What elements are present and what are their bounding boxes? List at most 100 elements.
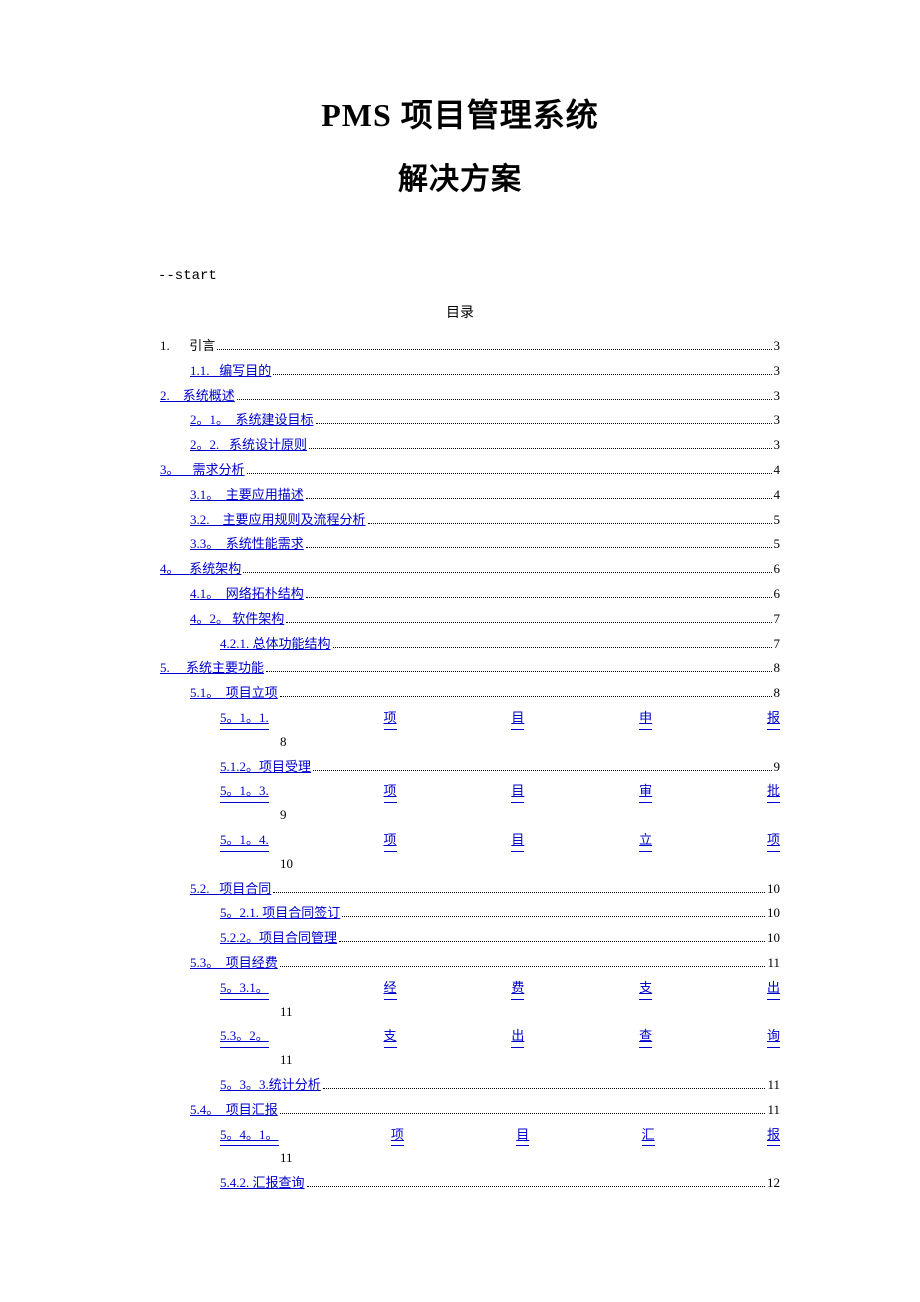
toc-text-char: 项 bbox=[384, 708, 397, 730]
toc-page-number: 11 bbox=[140, 1050, 780, 1071]
toc-entry[interactable]: 5。3。3.统计分析11 bbox=[140, 1075, 780, 1096]
toc-leader-dots bbox=[306, 547, 772, 548]
toc-page-number: 3 bbox=[774, 410, 781, 431]
toc-number: 5. bbox=[160, 658, 186, 679]
document-title-sub: 解决方案 bbox=[140, 154, 780, 198]
toc-number: 5。3.1。 bbox=[220, 978, 269, 1000]
toc-entry[interactable]: 5.3。 项目经费 11 bbox=[140, 953, 780, 974]
toc-number: 3.1。 bbox=[190, 485, 226, 506]
toc-page-number: 11 bbox=[140, 1002, 780, 1023]
toc-text-char: 支 bbox=[384, 1026, 397, 1048]
toc-text-char: 目 bbox=[511, 708, 524, 730]
toc-page-number: 3 bbox=[774, 435, 781, 456]
toc-entry[interactable]: 5.1。 项目立项8 bbox=[140, 683, 780, 704]
toc-entry[interactable]: 5。2.1. 项目合同签订 10 bbox=[140, 903, 780, 924]
toc-text-char: 查 bbox=[639, 1026, 652, 1048]
toc-entry[interactable]: 5.3。2。 支 出 查 询11 bbox=[140, 1026, 780, 1071]
toc-number: 5.3。2。 bbox=[220, 1026, 269, 1048]
document-page: PMS 项目管理系统 解决方案 --start 目录 1. 引言31.1. 编写… bbox=[0, 0, 920, 1258]
toc-text-char: 询 bbox=[767, 1026, 780, 1048]
toc-entry[interactable]: 4.1。 网络拓朴结构6 bbox=[140, 584, 780, 605]
toc-number: 2。1。 bbox=[190, 410, 236, 431]
toc-text: 统计分析 bbox=[269, 1075, 321, 1096]
toc-entry[interactable]: 4。2。 软件架构7 bbox=[140, 609, 780, 630]
toc-leader-dots bbox=[286, 622, 771, 623]
toc-text-char: 项 bbox=[767, 830, 780, 852]
toc-text-char: 支 bbox=[639, 978, 652, 1000]
toc-page-number: 10 bbox=[767, 903, 780, 924]
toc-page-number: 10 bbox=[767, 879, 780, 900]
toc-entry[interactable]: 5.2.2。项目合同管理10 bbox=[140, 928, 780, 949]
toc-page-number: 11 bbox=[767, 953, 780, 974]
toc-entry[interactable]: 5。4。1。项目汇报11 bbox=[140, 1125, 780, 1170]
toc-text: 系统建设目标 bbox=[236, 410, 314, 431]
toc-entry[interactable]: 5.1.2。项目受理9 bbox=[140, 757, 780, 778]
toc-entry[interactable]: 2。2. 系统设计原则3 bbox=[140, 435, 780, 456]
toc-number: 2。2. bbox=[190, 435, 229, 456]
toc-page-number: 8 bbox=[774, 683, 781, 704]
toc-text-char: 目 bbox=[511, 781, 524, 803]
toc-entry[interactable]: 2。1。 系统建设目标 3 bbox=[140, 410, 780, 431]
toc-text-char: 申 bbox=[639, 708, 652, 730]
toc-text: 系统架构 bbox=[189, 559, 241, 580]
toc-leader-dots bbox=[316, 423, 772, 424]
toc-entry[interactable]: 4。 系统架构6 bbox=[140, 559, 780, 580]
toc-entry[interactable]: 5.4。 项目汇报11 bbox=[140, 1100, 780, 1121]
toc-heading: 目录 bbox=[140, 302, 780, 322]
toc-entry[interactable]: 2. 系统概述3 bbox=[140, 386, 780, 407]
toc-text-char: 目 bbox=[511, 830, 524, 852]
toc-text: 网络拓朴结构 bbox=[226, 584, 304, 605]
toc-leader-dots bbox=[306, 597, 772, 598]
toc-number: 4.1。 bbox=[190, 584, 226, 605]
toc-entry[interactable]: 5. 系统主要功能8 bbox=[140, 658, 780, 679]
toc-text-char: 项 bbox=[384, 830, 397, 852]
toc-page-number: 10 bbox=[767, 928, 780, 949]
toc-leader-dots bbox=[309, 448, 771, 449]
toc-leader-dots bbox=[280, 966, 766, 967]
toc-entry[interactable]: 4.2.1. 总体功能结构 7 bbox=[140, 634, 780, 655]
toc-leader-dots bbox=[307, 1186, 765, 1187]
toc-page-number: 8 bbox=[774, 658, 781, 679]
toc-text: 总体功能结构 bbox=[253, 634, 331, 655]
toc-entry[interactable]: 5。1。1.项目申报8 bbox=[140, 708, 780, 753]
toc-entry[interactable]: 5.4.2. 汇报查询12 bbox=[140, 1173, 780, 1194]
toc-entry[interactable]: 3.2. 主要应用规则及流程分析5 bbox=[140, 510, 780, 531]
toc-entry[interactable]: 5。3.1。经费支出11 bbox=[140, 978, 780, 1023]
toc-page-number: 10 bbox=[140, 854, 780, 875]
toc-entry[interactable]: 1.1. 编写目的3 bbox=[140, 361, 780, 382]
toc-text-char: 出 bbox=[511, 1026, 524, 1048]
toc-page-number: 8 bbox=[140, 732, 780, 753]
toc-text-char: 汇 bbox=[642, 1125, 655, 1147]
toc-text: 系统性能需求 bbox=[226, 534, 304, 555]
toc-entry[interactable]: 3.3。 系统性能需求5 bbox=[140, 534, 780, 555]
toc-text: 项目合同 bbox=[219, 879, 271, 900]
toc-number: 4。2。 bbox=[190, 609, 232, 630]
toc-page-number: 4 bbox=[774, 460, 781, 481]
toc-leader-dots bbox=[243, 572, 771, 573]
toc-entry[interactable]: 3。 需求分析4 bbox=[140, 460, 780, 481]
toc-text: 项目合同签订 bbox=[262, 903, 340, 924]
toc-page-number: 3 bbox=[774, 386, 781, 407]
toc-page-number: 7 bbox=[774, 634, 781, 655]
toc-number: 4.2.1. bbox=[220, 634, 253, 655]
toc-leader-dots bbox=[280, 696, 772, 697]
toc-text-char: 项 bbox=[384, 781, 397, 803]
toc-number: 5.2. bbox=[190, 879, 219, 900]
toc-text-char: 报 bbox=[767, 1125, 780, 1147]
toc-entry[interactable]: 5.2. 项目合同 10 bbox=[140, 879, 780, 900]
table-of-contents: 1. 引言31.1. 编写目的32. 系统概述32。1。 系统建设目标32。2.… bbox=[140, 336, 780, 1194]
toc-leader-dots bbox=[237, 399, 772, 400]
toc-entry[interactable]: 5。1。3.项目审批9 bbox=[140, 781, 780, 826]
toc-entry[interactable]: 3.1。 主要应用描述4 bbox=[140, 485, 780, 506]
toc-page-number: 11 bbox=[767, 1100, 780, 1121]
toc-number: 5.1。 bbox=[190, 683, 226, 704]
toc-text: 项目合同管理 bbox=[259, 928, 337, 949]
toc-entry: 1. 引言3 bbox=[140, 336, 780, 357]
toc-number: 5。3。3. bbox=[220, 1075, 269, 1096]
toc-number: 5.3。 bbox=[190, 953, 226, 974]
toc-number: 5。2.1. bbox=[220, 903, 262, 924]
toc-entry[interactable]: 5。1。4.项目立项10 bbox=[140, 830, 780, 875]
toc-text: 项目经费 bbox=[226, 953, 278, 974]
toc-page-number: 5 bbox=[774, 534, 781, 555]
toc-page-number: 11 bbox=[140, 1148, 780, 1169]
